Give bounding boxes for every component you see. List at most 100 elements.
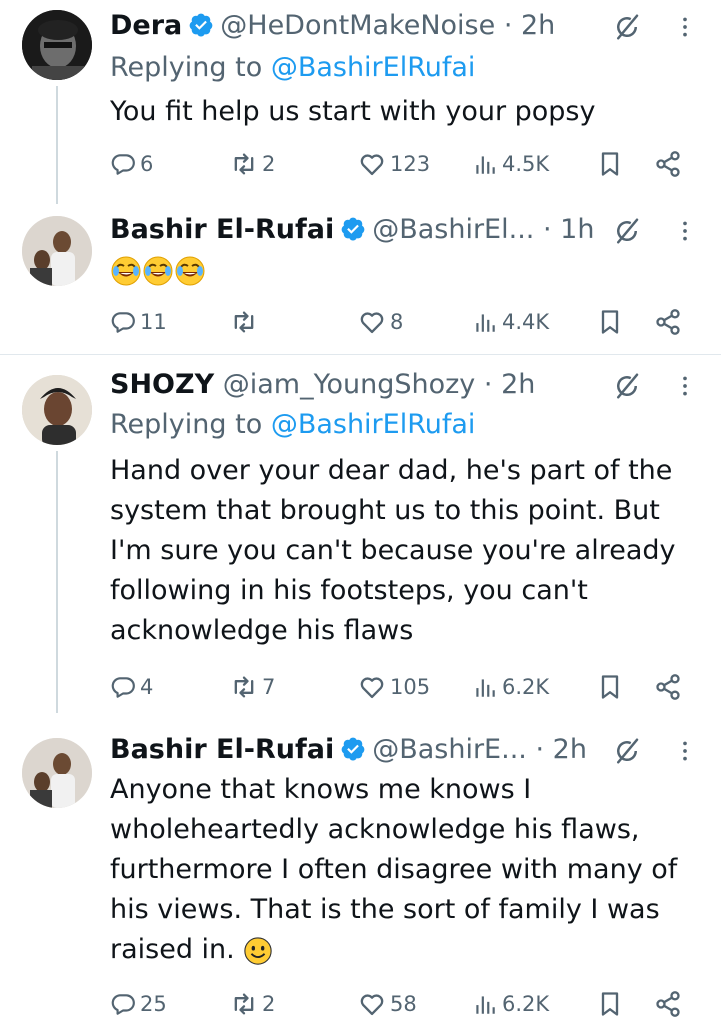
views-icon xyxy=(472,991,498,1017)
bookmark-button[interactable] xyxy=(596,146,624,182)
grok-icon[interactable] xyxy=(612,371,642,401)
replying-to: Replying to @BashirElRufai xyxy=(110,48,475,88)
grok-icon[interactable] xyxy=(612,12,642,42)
display-name[interactable]: Dera xyxy=(110,10,182,41)
like-icon xyxy=(358,673,386,701)
share-button[interactable] xyxy=(654,146,682,182)
laughing-tears-emoji-icon xyxy=(142,255,174,287)
verified-badge-icon xyxy=(340,216,366,242)
reply-button[interactable]: 6 xyxy=(110,146,153,182)
like-count: 8 xyxy=(390,310,404,334)
like-button[interactable]: 58 xyxy=(358,986,417,1022)
retweet-count: 7 xyxy=(262,675,276,699)
verified-badge-icon xyxy=(188,12,214,38)
more-options-icon[interactable] xyxy=(672,736,698,766)
replying-to-mention[interactable]: @BashirElRufai xyxy=(271,52,476,83)
views-button[interactable]: 4.5K xyxy=(472,146,549,182)
reply-icon xyxy=(110,151,136,177)
reply-button[interactable]: 11 xyxy=(110,304,167,340)
avatar[interactable] xyxy=(22,216,92,286)
views-button[interactable]: 4.4K xyxy=(472,304,549,340)
retweet-icon xyxy=(230,150,258,178)
more-options-icon[interactable] xyxy=(672,216,698,246)
laughing-tears-emoji-icon xyxy=(174,255,206,287)
share-button[interactable] xyxy=(654,669,682,705)
text-line: raised in. xyxy=(110,934,235,965)
retweet-icon xyxy=(230,990,258,1018)
bookmark-icon xyxy=(596,990,624,1018)
like-count: 105 xyxy=(390,675,431,699)
timestamp[interactable]: 2h xyxy=(521,10,555,41)
tweet-emoji-text xyxy=(110,250,710,290)
bookmark-button[interactable] xyxy=(596,986,624,1022)
thread-line xyxy=(56,86,58,204)
more-options-icon[interactable] xyxy=(672,12,698,42)
like-icon xyxy=(358,308,386,336)
retweet-button[interactable]: 7 xyxy=(230,669,275,705)
separator-dot: · xyxy=(535,734,545,765)
tweet-3[interactable]: SHOZY @iam_YoungShozy · 2h Replying to @… xyxy=(0,355,721,720)
timestamp[interactable]: 2h xyxy=(501,369,535,400)
reply-count: 25 xyxy=(140,992,167,1016)
display-name[interactable]: Bashir El-Rufai xyxy=(110,734,334,765)
reply-icon xyxy=(110,674,136,700)
action-bar: 4 7 105 6.2K xyxy=(110,669,721,705)
bookmark-icon xyxy=(596,150,624,178)
display-name[interactable]: Bashir El-Rufai xyxy=(110,214,334,245)
view-count: 4.4K xyxy=(502,310,550,334)
user-handle[interactable]: @iam_YoungShozy xyxy=(223,369,476,400)
share-button[interactable] xyxy=(654,304,682,340)
action-bar: 11 8 4.4K xyxy=(110,304,721,340)
views-button[interactable]: 6.2K xyxy=(472,669,549,705)
avatar[interactable] xyxy=(22,10,92,80)
retweet-button[interactable] xyxy=(230,304,262,340)
tweet-1[interactable]: Dera @HeDontMakeNoise · 2h Replying to @B… xyxy=(0,0,721,210)
avatar[interactable] xyxy=(22,375,92,445)
text-line: Anyone that knows me knows I xyxy=(110,774,532,805)
avatar[interactable] xyxy=(22,738,92,808)
tweet-2[interactable]: Bashir El-Rufai @BashirEl... · 1h 11 8 4.… xyxy=(0,210,721,355)
text-line: his views. That is the sort of family I … xyxy=(110,894,660,925)
action-bar: 25 2 58 6.2K xyxy=(110,986,721,1022)
grok-icon[interactable] xyxy=(612,736,642,766)
like-button[interactable]: 105 xyxy=(358,669,430,705)
reply-button[interactable]: 25 xyxy=(110,986,167,1022)
retweet-button[interactable]: 2 xyxy=(230,986,275,1022)
like-button[interactable]: 8 xyxy=(358,304,403,340)
bookmark-button[interactable] xyxy=(596,304,624,340)
user-handle[interactable]: @BashirEl... xyxy=(372,214,534,245)
user-handle[interactable]: @HeDontMakeNoise xyxy=(220,10,495,41)
share-icon xyxy=(654,150,682,178)
views-icon xyxy=(472,674,498,700)
like-count: 123 xyxy=(390,152,431,176)
like-button[interactable]: 123 xyxy=(358,146,430,182)
tweet-text: Hand over your dear dad, he's part of th… xyxy=(110,451,710,651)
bookmark-button[interactable] xyxy=(596,669,624,705)
replying-to-prefix: Replying to xyxy=(110,409,271,440)
avatar-image xyxy=(22,738,92,808)
grok-icon[interactable] xyxy=(612,216,642,246)
views-button[interactable]: 6.2K xyxy=(472,986,549,1022)
text-line: following in his footsteps, you can't xyxy=(110,575,588,606)
share-icon xyxy=(654,673,682,701)
avatar-image xyxy=(22,10,92,80)
timestamp[interactable]: 1h xyxy=(560,214,594,245)
bookmark-icon xyxy=(596,308,624,336)
text-line: acknowledge his flaws xyxy=(110,615,414,646)
timestamp[interactable]: 2h xyxy=(553,734,587,765)
action-bar: 6 2 123 4.5K xyxy=(110,146,721,182)
replying-to: Replying to @BashirElRufai xyxy=(110,405,475,445)
avatar-image xyxy=(22,216,92,286)
smiling-face-emoji-icon xyxy=(243,936,273,966)
retweet-button[interactable]: 2 xyxy=(230,146,275,182)
view-count: 4.5K xyxy=(502,152,550,176)
display-name[interactable]: SHOZY xyxy=(110,369,214,400)
reply-button[interactable]: 4 xyxy=(110,669,153,705)
replying-to-mention[interactable]: @BashirElRufai xyxy=(271,409,476,440)
tweet-4[interactable]: Bashir El-Rufai @BashirE... · 2h Anyone t… xyxy=(0,720,721,1024)
reply-count: 11 xyxy=(140,310,167,334)
more-options-icon[interactable] xyxy=(672,371,698,401)
share-button[interactable] xyxy=(654,986,682,1022)
like-count: 58 xyxy=(390,992,417,1016)
user-handle[interactable]: @BashirE... xyxy=(372,734,527,765)
